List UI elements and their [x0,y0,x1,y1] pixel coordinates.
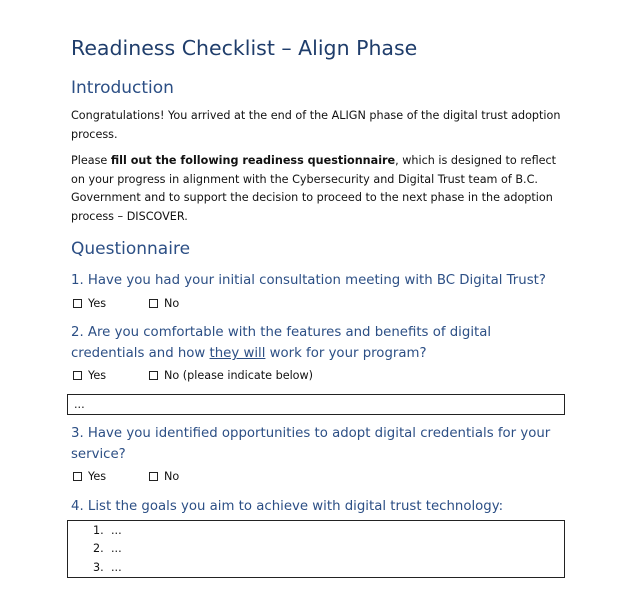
q3-no-option[interactable]: No [149,470,179,483]
q1-yes-option[interactable]: Yes [73,297,106,310]
q3-no-checkbox[interactable] [149,472,158,481]
intro-paragraph-2-start: Please [71,154,111,167]
q2-no-option[interactable]: No (please indicate below) [149,369,313,382]
goal-number: 2. [93,542,104,555]
question-3: 3. Have you identified opportunities to … [71,426,551,462]
q2-no-checkbox[interactable] [149,371,158,380]
q2-yes-checkbox[interactable] [73,371,82,380]
q1-yes-label: Yes [88,297,107,310]
q2-yes-label: Yes [88,369,107,382]
q4-goals-field[interactable]: 1.... 2.... 3.... [67,520,565,578]
q3-no-label: No [164,470,180,483]
goal-item: 2.... [93,542,122,555]
questionnaire-heading: Questionnaire [71,239,191,259]
q2-answer-field[interactable]: ... [67,394,565,415]
question-2-underlined-text: they will [209,346,266,361]
q1-yes-checkbox[interactable] [73,299,82,308]
introduction-heading: Introduction [71,78,174,98]
question-2-text-end: work for your program? [265,346,427,361]
q2-answer-text: ... [74,398,85,411]
q2-yes-option[interactable]: Yes [73,369,106,382]
goal-number: 3. [93,561,104,574]
q3-yes-checkbox[interactable] [73,472,82,481]
q3-yes-label: Yes [88,470,107,483]
goal-item: 1.... [93,524,122,537]
goal-number: 1. [93,524,104,537]
q2-no-label: No (please indicate below) [164,369,314,382]
intro-paragraph-1: Congratulations! You arrived at the end … [71,109,561,141]
document-title: Readiness Checklist – Align Phase [71,36,418,60]
q1-no-label: No [164,297,180,310]
goal-text: ... [111,542,122,555]
q3-yes-option[interactable]: Yes [73,470,106,483]
q1-no-option[interactable]: No [149,297,179,310]
q1-no-checkbox[interactable] [149,299,158,308]
intro-paragraph-2-bold: fill out the following readiness questio… [110,154,396,167]
question-1: 1. Have you had your initial consultatio… [71,273,546,288]
goal-text: ... [111,524,122,537]
goal-item: 3.... [93,561,122,574]
goal-text: ... [111,561,122,574]
question-2: 2. Are you comfortable with the features… [71,322,566,364]
intro-paragraph-2: Please fill out the following readiness … [71,152,566,226]
question-4: 4. List the goals you aim to achieve wit… [71,499,504,514]
